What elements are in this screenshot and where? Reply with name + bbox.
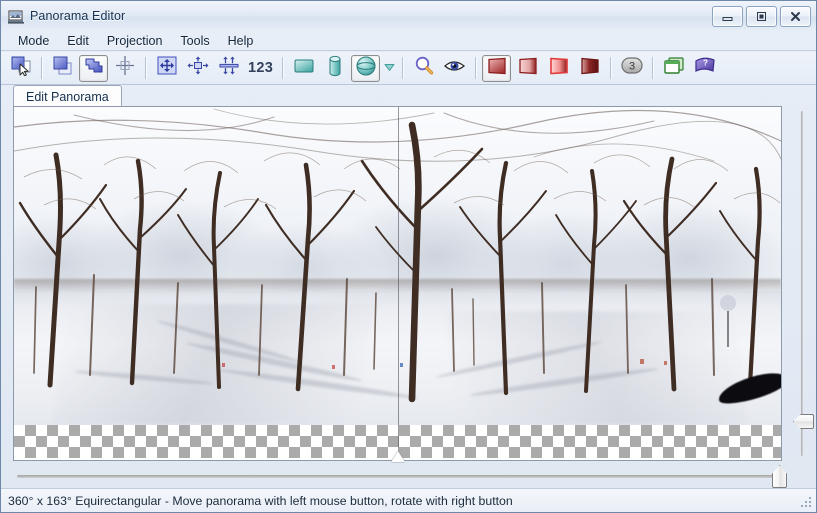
cylinder-projection-icon xyxy=(325,55,345,82)
vertical-slider-track[interactable] xyxy=(801,111,803,456)
toolbar-separator xyxy=(610,57,611,79)
menu-item-mode[interactable]: Mode xyxy=(9,33,58,49)
green-window-icon xyxy=(662,56,686,81)
view-mode-2[interactable] xyxy=(513,55,542,82)
maximize-button[interactable] xyxy=(746,6,777,27)
projection-spherical[interactable] xyxy=(351,55,380,82)
pano-center-marker[interactable] xyxy=(391,451,405,462)
window-title: Panorama Editor xyxy=(30,9,125,23)
panorama-image[interactable] xyxy=(14,107,781,425)
tab-edit-panorama[interactable]: Edit Panorama xyxy=(13,85,122,107)
projection-dropdown[interactable] xyxy=(381,55,397,82)
svg-text:3: 3 xyxy=(629,61,635,73)
menu-item-help[interactable]: Help xyxy=(219,33,263,49)
align-vertical-icon xyxy=(217,55,241,81)
toolbar-separator xyxy=(282,57,283,79)
horizontal-slider-track[interactable] xyxy=(17,475,787,478)
toolbar-separator xyxy=(145,57,146,79)
menu-item-tools[interactable]: Tools xyxy=(171,33,218,49)
panorama-editor-window: Panorama Editor Mode Edit P xyxy=(0,0,817,513)
horizontal-pan-slider[interactable] xyxy=(17,466,787,486)
window-controls xyxy=(712,6,811,27)
plane-projection-icon xyxy=(292,55,316,81)
toolbar: 123 xyxy=(1,52,816,85)
merged-shape-icon xyxy=(83,55,105,81)
merge-shape-tool[interactable] xyxy=(79,55,108,82)
resize-grip[interactable] xyxy=(799,495,813,509)
svg-text:?: ? xyxy=(703,59,708,68)
status-text: 360° x 163° Equirectangular - Move panor… xyxy=(8,494,513,508)
magnifier-icon xyxy=(413,55,435,81)
view-mode-3[interactable] xyxy=(544,55,573,82)
align-center-icon xyxy=(186,55,210,81)
panorama-window-icon xyxy=(8,9,24,24)
preview-tool[interactable] xyxy=(440,55,469,82)
toolbar-separator xyxy=(41,57,42,79)
chevron-down-icon xyxy=(384,59,395,77)
toolbar-separator xyxy=(402,57,403,79)
status-bar: 360° x 163° Equirectangular - Move panor… xyxy=(1,488,816,512)
eye-icon xyxy=(443,57,467,80)
close-button[interactable] xyxy=(780,6,811,27)
vertical-guide-line xyxy=(398,107,399,425)
view-mode-4[interactable] xyxy=(575,55,604,82)
copy-layers-icon xyxy=(52,55,74,81)
select-tool[interactable] xyxy=(6,55,35,82)
move-all-directions-tool[interactable] xyxy=(152,55,181,82)
sphere-projection-icon xyxy=(355,55,377,82)
title-bar: Panorama Editor xyxy=(1,1,816,31)
vertical-slider-thumb[interactable] xyxy=(793,414,814,429)
menu-item-edit[interactable]: Edit xyxy=(58,33,98,49)
tab-label: Edit Panorama xyxy=(26,90,109,104)
toolbar-separator xyxy=(475,57,476,79)
toolbar-separator xyxy=(652,57,653,79)
crosshair-tool[interactable] xyxy=(110,55,139,82)
menu-bar: Mode Edit Projection Tools Help xyxy=(1,31,816,51)
projection-rectilinear[interactable] xyxy=(289,55,318,82)
red-square-light-icon xyxy=(517,56,539,81)
crosshair-icon xyxy=(114,55,136,81)
panorama-canvas[interactable] xyxy=(13,106,782,461)
new-window-tool[interactable] xyxy=(659,55,688,82)
projection-cylindrical[interactable] xyxy=(320,55,349,82)
zoom-tool[interactable] xyxy=(409,55,438,82)
help-tool[interactable]: ? xyxy=(690,55,719,82)
tab-strip: Edit Panorama xyxy=(1,85,816,107)
horizontal-slider-thumb[interactable] xyxy=(772,465,787,488)
red-square-dark-icon xyxy=(579,56,601,81)
menu-item-projection[interactable]: Projection xyxy=(98,33,172,49)
numeric-indicator[interactable]: 123 xyxy=(244,60,277,76)
align-vertical-tool[interactable] xyxy=(214,55,243,82)
minimize-button[interactable] xyxy=(712,6,743,27)
image-count-badge[interactable]: 3 xyxy=(617,55,646,82)
duplicate-layer-tool[interactable] xyxy=(48,55,77,82)
view-mode-1[interactable] xyxy=(482,55,511,82)
count-badge-icon: 3 xyxy=(620,56,644,80)
help-book-icon: ? xyxy=(693,55,717,81)
layers-cursor-icon xyxy=(10,55,32,81)
move-all-icon xyxy=(156,55,178,81)
red-square-outline-icon xyxy=(548,56,570,81)
align-center-tool[interactable] xyxy=(183,55,212,82)
red-square-flat-icon xyxy=(486,56,508,81)
snow-path-left xyxy=(52,304,376,425)
vertical-zoom-slider[interactable] xyxy=(794,111,810,456)
